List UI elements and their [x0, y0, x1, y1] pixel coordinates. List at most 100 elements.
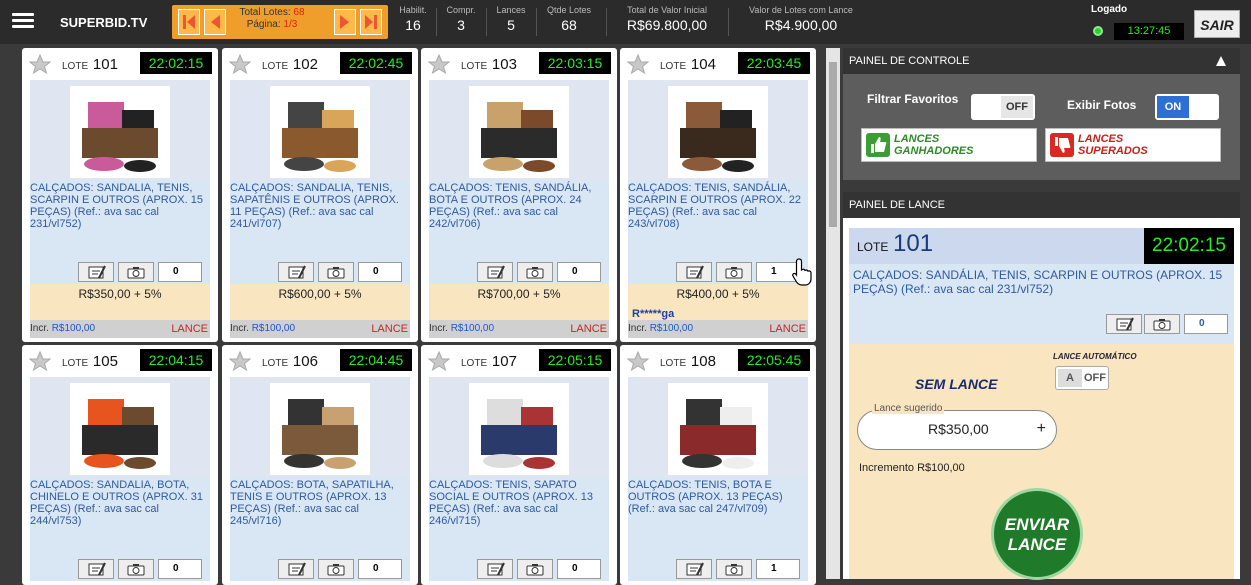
lance-automatico-toggle[interactable]: A OFF [1055, 366, 1109, 390]
lot-label: LOTE 105 [62, 353, 118, 370]
lot-photo[interactable] [429, 80, 609, 180]
filtrar-favoritos-label: Filtrar Favoritos [867, 92, 959, 106]
star-icon[interactable] [228, 53, 252, 79]
thumbs-down-icon [1050, 133, 1074, 157]
star-icon[interactable] [427, 350, 451, 376]
camera-icon[interactable] [517, 559, 553, 579]
lot-photo[interactable] [30, 377, 210, 477]
bid-count[interactable]: 0 [158, 559, 202, 579]
note-icon[interactable] [1106, 314, 1142, 334]
lances-ganhadores-button[interactable]: LANCES GANHADORES [861, 128, 1037, 162]
next-page-icon[interactable] [334, 9, 356, 35]
divider [436, 8, 437, 36]
camera-icon[interactable] [118, 262, 154, 282]
incr-label: Incr. [429, 323, 448, 334]
lance-link[interactable]: LANCE [769, 320, 806, 338]
lance-link[interactable]: LANCE [171, 320, 208, 338]
note-icon[interactable] [78, 559, 114, 579]
bid-count-value: 0 [373, 266, 379, 277]
lot-header: LOTE 102 22:02:45 [222, 48, 418, 80]
lot-number: 105 [92, 353, 118, 370]
bid-count[interactable]: 0 [1184, 314, 1228, 334]
filtrar-favoritos-toggle[interactable]: OFF [971, 94, 1035, 120]
bid-count[interactable]: 0 [158, 262, 202, 282]
incr-label: Incr. [30, 323, 49, 334]
lot-photo[interactable] [628, 80, 808, 180]
bid-count[interactable]: 0 [358, 262, 402, 282]
lance-link[interactable]: LANCE [371, 320, 408, 338]
lot-description: CALÇADOS: SANDALIA, TENIS, SAPATÊNIS E O… [230, 180, 410, 260]
prev-page-icon[interactable] [204, 9, 226, 35]
brand-title: SUPERBID.TV [60, 15, 148, 30]
last-page-icon[interactable] [360, 9, 382, 35]
note-icon[interactable] [676, 559, 712, 579]
note-icon[interactable] [477, 262, 513, 282]
star-icon[interactable] [28, 53, 52, 79]
camera-icon[interactable] [318, 559, 354, 579]
lot-card: LOTE 105 22:04:15 CALÇADOS: SANDALIA, BOTA… [22, 345, 218, 585]
hamburger-menu-icon[interactable] [12, 10, 34, 32]
camera-icon[interactable] [716, 559, 752, 579]
bid-count[interactable]: 0 [358, 559, 402, 579]
lot-photo[interactable] [628, 377, 808, 477]
lot-action-icons: 1 [628, 260, 808, 284]
bid-count[interactable]: 1 [756, 559, 800, 579]
bid-count[interactable]: 0 [557, 559, 601, 579]
lot-action-icons: 0 [30, 260, 210, 284]
lot-timer: 22:05:15 [539, 349, 611, 371]
lot-timer: 22:02:15 [140, 52, 212, 74]
note-icon[interactable] [278, 559, 314, 579]
sugerido-value: R$350,00 [928, 421, 989, 437]
first-page-icon[interactable] [178, 9, 200, 35]
collapse-arrow-icon[interactable] [1216, 56, 1226, 66]
note-icon[interactable] [477, 559, 513, 579]
stat-value: 5 [507, 17, 515, 33]
star-icon[interactable] [228, 350, 252, 376]
camera-icon[interactable] [1144, 314, 1180, 334]
scrollbar-thumb[interactable] [829, 62, 837, 227]
exibir-fotos-toggle[interactable]: ON [1155, 94, 1219, 120]
lance-link[interactable]: LANCE [570, 320, 607, 338]
lot-description: CALÇADOS: TENIS, SANDÁLIA, SCARPIN E OUT… [628, 180, 808, 260]
lances-superados-button[interactable]: LANCES SUPERADOS [1045, 128, 1221, 162]
control-panel-header[interactable]: PAINEL DE CONTROLE [843, 48, 1240, 74]
star-icon[interactable] [28, 350, 52, 376]
sair-button[interactable]: SAIR [1194, 10, 1240, 38]
lot-label-text: LOTE [461, 358, 488, 369]
lot-photo[interactable] [230, 80, 410, 180]
lot-action-icons: 1 [628, 557, 808, 581]
bid-count-value: 0 [572, 563, 578, 574]
enviar-lance-button[interactable]: ENVIAR LANCE [991, 488, 1083, 580]
lot-action-icons: 0 [230, 557, 410, 581]
plus-icon[interactable]: + [1037, 420, 1046, 438]
bid-count-value: 0 [173, 563, 179, 574]
lot-timer: 22:03:15 [539, 52, 611, 74]
lot-price: R$350,00 + 5% [30, 284, 210, 320]
scrollbar[interactable] [826, 48, 840, 579]
camera-icon[interactable] [318, 262, 354, 282]
lot-photo[interactable] [230, 377, 410, 477]
lot-photo[interactable] [30, 80, 210, 180]
bid-form: SEM LANCE LANCE AUTOMÁTICO A OFF Lance s… [849, 344, 1234, 580]
bid-count-value: 0 [373, 563, 379, 574]
star-icon[interactable] [626, 53, 650, 79]
lot-label-text: LOTE [461, 61, 488, 72]
lot-timer: 22:05:45 [738, 349, 810, 371]
camera-icon[interactable] [716, 262, 752, 282]
lot-header: LOTE 107 22:05:15 [421, 345, 617, 377]
star-icon[interactable] [427, 53, 451, 79]
incremento-label: Incremento R$100,00 [859, 462, 965, 474]
lot-price-value: R$700,00 + 5% [477, 287, 561, 301]
camera-icon[interactable] [118, 559, 154, 579]
star-icon[interactable] [626, 350, 650, 376]
lance-panel-title: PAINEL DE LANCE [849, 199, 945, 211]
note-icon[interactable] [78, 262, 114, 282]
note-icon[interactable] [278, 262, 314, 282]
lote-number: 101 [893, 230, 934, 257]
bid-count[interactable]: 0 [557, 262, 601, 282]
lot-photo[interactable] [429, 377, 609, 477]
camera-icon[interactable] [517, 262, 553, 282]
note-icon[interactable] [676, 262, 712, 282]
lance-sugerido-input[interactable]: Lance sugerido R$350,00 + [857, 403, 1057, 450]
thumbs-up-icon [866, 133, 890, 157]
